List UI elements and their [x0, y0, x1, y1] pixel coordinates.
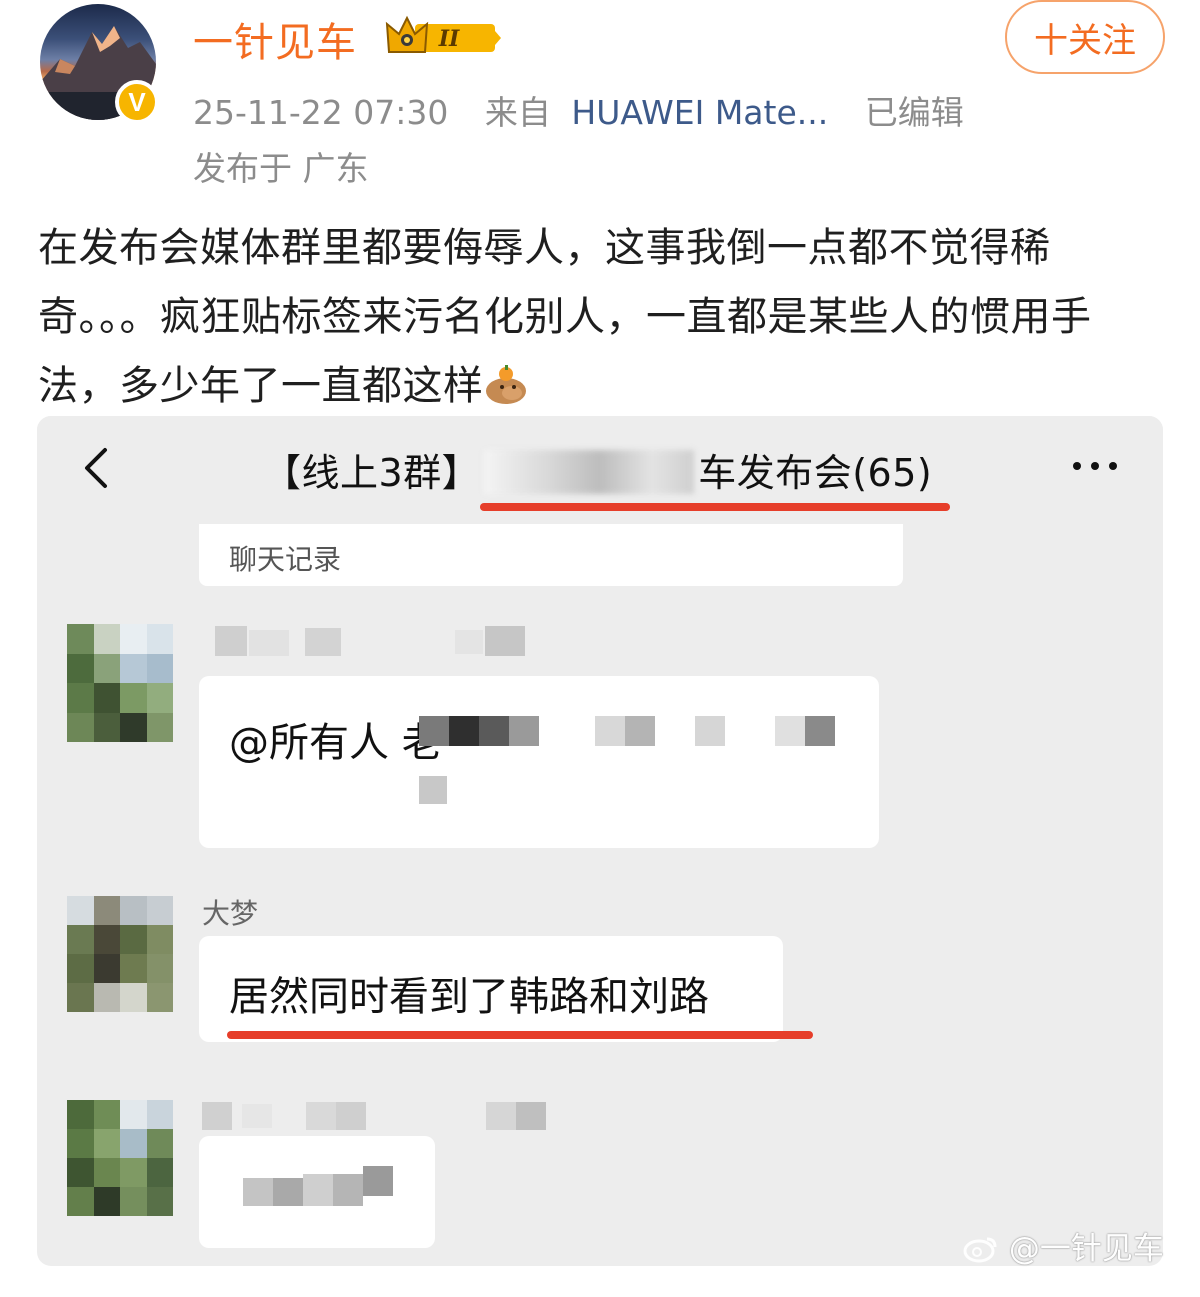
crown-level-badge-icon: II — [385, 15, 501, 53]
redacted-message-text — [243, 1166, 393, 1206]
level-badge-text: II — [438, 26, 460, 52]
capybara-emoji-icon — [484, 358, 528, 404]
post-location: 发布于 广东 — [193, 149, 369, 188]
post-timestamp: 25-11-22 07:30 — [193, 93, 449, 132]
chat-title-suffix: 车发布会(65) — [698, 451, 933, 495]
source-prefix: 来自 — [484, 93, 551, 132]
redacted-sender-name — [202, 1098, 562, 1134]
message-text: 居然同时看到了韩路和刘路 — [229, 974, 709, 1020]
sender-name: 大梦 — [202, 897, 259, 930]
username[interactable]: 一针见车 — [193, 10, 357, 68]
chat-title: 【线上3群】 车发布会(65) — [263, 442, 932, 497]
post-body: 在发布会媒体群里都要侮辱人，这事我倒一点都不觉得稀奇。。。疯狂贴标签来污名化别人… — [38, 214, 1168, 421]
message-red-underline — [227, 1031, 813, 1039]
pixelated-avatar — [67, 896, 173, 1012]
redacted-message-text — [419, 716, 835, 804]
verified-badge-icon: V — [115, 80, 159, 124]
message-bubble[interactable] — [199, 1136, 435, 1248]
weibo-icon — [963, 1237, 997, 1263]
chat-header: 【线上3群】 车发布会(65) — [37, 416, 1163, 520]
pixelated-avatar — [67, 1100, 173, 1216]
follow-button[interactable]: 十关注 — [1005, 0, 1165, 74]
back-arrow-icon[interactable] — [77, 444, 113, 492]
weibo-watermark: @一针见车 — [963, 1223, 1164, 1268]
blurred-title-segment — [484, 450, 695, 494]
chat-history-label: 聊天记录 — [229, 543, 342, 576]
post-body-text: 在发布会媒体群里都要侮辱人，这事我倒一点都不觉得稀奇。。。疯狂贴标签来污名化别人… — [38, 225, 1092, 409]
device-link[interactable]: HUAWEI Mate... — [571, 93, 828, 132]
title-red-underline — [480, 503, 950, 511]
watermark-text: @一针见车 — [1008, 1231, 1164, 1267]
edited-label[interactable]: 已编辑 — [865, 93, 964, 132]
chat-title-prefix: 【线上3群】 — [263, 451, 481, 495]
chat-screenshot: 【线上3群】 车发布会(65) 聊天记录 @所有人 老 大梦 居然同时看到了韩路… — [37, 416, 1163, 1266]
post-meta: 25-11-22 07:30 来自 HUAWEI Mate... 已编辑 — [193, 86, 964, 134]
chat-history-card[interactable]: 聊天记录 — [199, 524, 903, 586]
redacted-sender-name — [215, 626, 545, 658]
pixelated-avatar — [67, 624, 173, 742]
message-text-visible: @所有人 老 — [229, 720, 442, 766]
more-options-icon[interactable] — [1067, 454, 1123, 478]
message-bubble[interactable]: 居然同时看到了韩路和刘路 — [199, 936, 783, 1042]
message-bubble[interactable]: @所有人 老 — [199, 676, 879, 848]
